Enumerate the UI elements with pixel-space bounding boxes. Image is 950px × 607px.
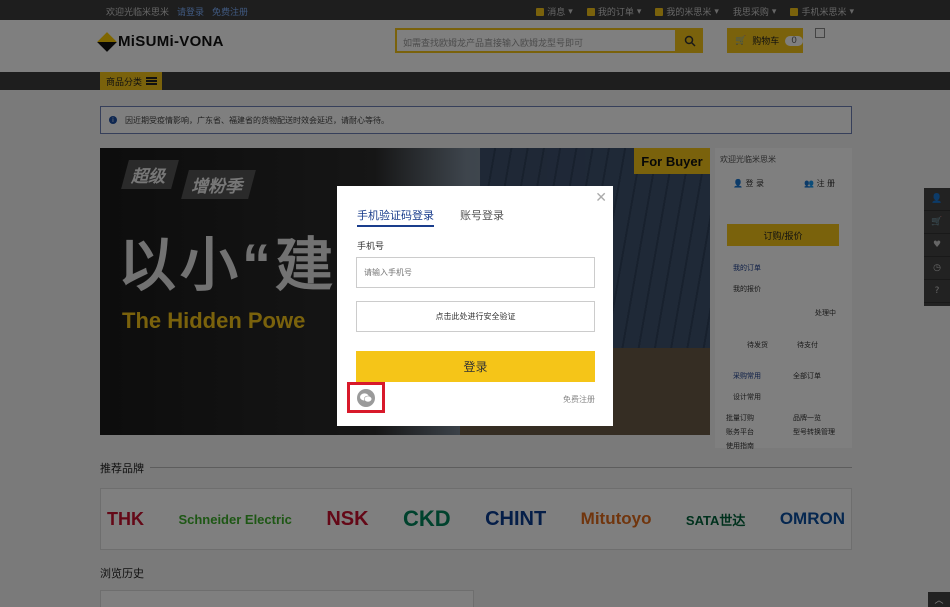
login-button[interactable]: 登录 [356,351,595,382]
free-register-link[interactable]: 免费注册 [563,394,595,405]
security-verify-button[interactable]: 点击此处进行安全验证 [356,301,595,332]
phone-label: 手机号 [357,242,385,252]
close-icon: ✕ [595,190,607,206]
tab-account-login[interactable]: 账号登录 [460,207,504,223]
phone-input[interactable] [356,257,595,288]
wechat-login-button[interactable] [347,382,385,413]
wechat-icon [357,388,375,407]
close-button[interactable]: ✕ [595,190,607,206]
login-modal: ✕ 手机验证码登录 账号登录 手机号 点击此处进行安全验证 登录 免费注册 [337,186,613,426]
tab-phone-login[interactable]: 手机验证码登录 [357,207,434,227]
